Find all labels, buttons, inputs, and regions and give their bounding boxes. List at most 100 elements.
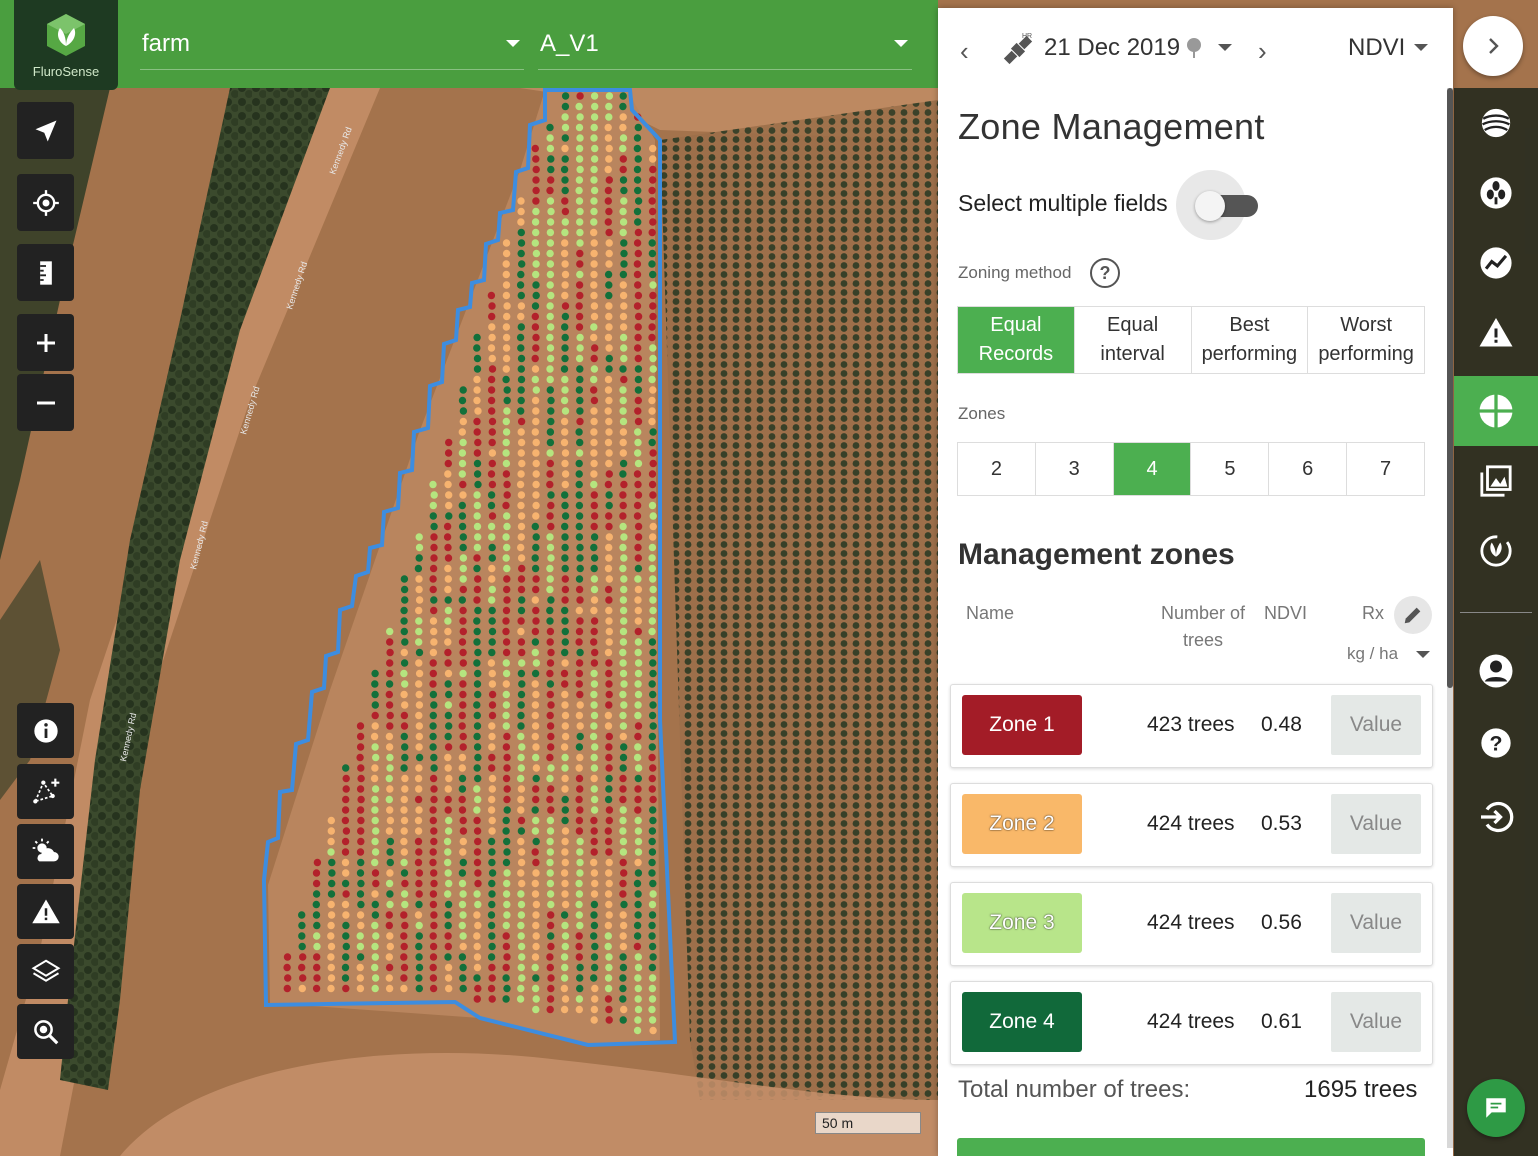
date-dropdown-icon[interactable] xyxy=(1218,44,1232,51)
apply-button[interactable] xyxy=(957,1138,1425,1156)
tree-point xyxy=(488,848,496,856)
zone-count-5[interactable]: 5 xyxy=(1191,443,1270,495)
layers-button[interactable] xyxy=(17,944,74,999)
navigate-button[interactable] xyxy=(17,102,74,159)
help-icon[interactable]: ? xyxy=(1090,258,1120,288)
tree-point xyxy=(386,848,394,856)
tree-point xyxy=(590,270,598,279)
zone-rx-input[interactable]: Value xyxy=(1331,794,1421,854)
zone-rx-input[interactable]: Value xyxy=(1331,992,1421,1052)
tree-point xyxy=(299,974,307,982)
zoom-out-button[interactable] xyxy=(17,374,74,431)
zone-count-2[interactable]: 2 xyxy=(958,443,1036,495)
tree-point xyxy=(517,669,526,678)
tree-point xyxy=(531,680,539,688)
method-best-performing[interactable]: Best performing xyxy=(1192,307,1309,373)
zone-count-4[interactable]: 4 xyxy=(1113,443,1192,495)
tree-point xyxy=(546,144,555,153)
tree-point xyxy=(430,522,438,531)
app-logo[interactable]: FluroSense xyxy=(14,0,118,90)
alert-button[interactable] xyxy=(17,884,74,939)
multi-field-toggle[interactable] xyxy=(1176,170,1268,244)
tree-point xyxy=(604,438,613,447)
collapse-panel-button[interactable] xyxy=(1463,16,1523,76)
sidebar-item-logout[interactable] xyxy=(1454,782,1538,852)
zone-tree-count: 423 trees xyxy=(1147,713,1235,736)
tree-point xyxy=(400,627,408,636)
tree-point xyxy=(400,984,408,993)
edit-rx-button[interactable] xyxy=(1394,596,1432,634)
field-select[interactable]: A_V1 xyxy=(538,28,912,70)
sidebar-item-crop-performance[interactable] xyxy=(1454,516,1538,586)
sidebar-item-analytics[interactable] xyxy=(1454,228,1538,298)
tree-point xyxy=(619,228,627,237)
info-button[interactable] xyxy=(17,703,74,758)
tree-point xyxy=(531,701,540,709)
date-label[interactable]: 21 Dec 2019 xyxy=(1044,34,1180,62)
unit-dropdown-icon[interactable] xyxy=(1416,651,1430,658)
zone-chip[interactable]: Zone 3 xyxy=(962,893,1082,953)
tree-point xyxy=(531,144,539,153)
tree-point xyxy=(474,480,482,489)
measure-button[interactable] xyxy=(17,244,74,301)
sidebar-item-zone-management[interactable] xyxy=(1454,376,1538,446)
zone-rx-input[interactable]: Value xyxy=(1331,893,1421,953)
zone-count-7[interactable]: 7 xyxy=(1347,443,1424,495)
sidebar-item-alerts[interactable] xyxy=(1454,298,1538,368)
locate-button[interactable] xyxy=(17,174,74,231)
tree-point xyxy=(284,974,292,982)
weather-button[interactable] xyxy=(17,824,74,879)
sidebar-item-reports[interactable] xyxy=(1454,446,1538,516)
tree-point xyxy=(633,165,642,174)
tree-point xyxy=(532,281,540,289)
reports-icon xyxy=(1480,465,1512,497)
sidebar-item-layers[interactable] xyxy=(1454,88,1538,158)
tree-point xyxy=(488,333,496,342)
tree-point xyxy=(400,648,408,657)
method-equal-interval[interactable]: Equal interval xyxy=(1075,307,1192,373)
tree-point xyxy=(634,984,642,993)
zone-chip[interactable]: Zone 1 xyxy=(962,695,1082,755)
chat-button[interactable] xyxy=(1467,1079,1525,1137)
method-equal-records[interactable]: Equal Records xyxy=(958,307,1075,373)
tree-point xyxy=(634,995,642,1003)
next-date-button[interactable]: › xyxy=(1258,36,1267,67)
sidebar-item-help[interactable]: ? xyxy=(1454,708,1538,778)
tree-point xyxy=(356,743,365,751)
unit-select[interactable]: kg / ha xyxy=(1347,644,1398,664)
tree-point xyxy=(648,858,656,867)
draw-polygon-button[interactable] xyxy=(17,764,74,819)
tree-point xyxy=(371,869,380,877)
tree-point xyxy=(488,354,496,363)
tree-point xyxy=(547,732,555,741)
tree-point xyxy=(532,501,540,510)
tree-point xyxy=(444,869,452,877)
index-select[interactable]: NDVI xyxy=(1348,34,1405,62)
zone-count-6[interactable]: 6 xyxy=(1269,443,1348,495)
tree-point xyxy=(575,953,583,961)
tree-point xyxy=(473,344,481,352)
zoom-in-button[interactable] xyxy=(17,314,74,371)
tree-point xyxy=(502,995,510,1003)
tree-point xyxy=(605,428,613,436)
farm-select[interactable]: farm xyxy=(140,28,524,70)
method-worst-performing[interactable]: Worst performing xyxy=(1308,307,1424,373)
search-map-button[interactable] xyxy=(17,1004,74,1059)
zone-count-3[interactable]: 3 xyxy=(1036,443,1114,495)
sidebar-item-account[interactable] xyxy=(1454,636,1538,706)
tree-point xyxy=(400,953,408,961)
tree-point xyxy=(357,816,365,825)
tree-point xyxy=(547,806,555,814)
panel-scrollbar[interactable] xyxy=(1447,88,1453,1148)
zone-rx-input[interactable]: Value xyxy=(1331,695,1421,755)
tree-point xyxy=(502,932,510,940)
index-dropdown-icon[interactable] xyxy=(1414,44,1428,51)
tree-point xyxy=(531,848,539,856)
zone-chip[interactable]: Zone 4 xyxy=(962,992,1082,1052)
zone-chip[interactable]: Zone 2 xyxy=(962,794,1082,854)
scrollbar-thumb[interactable] xyxy=(1447,88,1453,688)
previous-date-button[interactable]: ‹ xyxy=(960,36,969,67)
tree-point xyxy=(605,575,613,583)
tree-point xyxy=(633,207,642,216)
sidebar-item-crop[interactable] xyxy=(1454,158,1538,228)
